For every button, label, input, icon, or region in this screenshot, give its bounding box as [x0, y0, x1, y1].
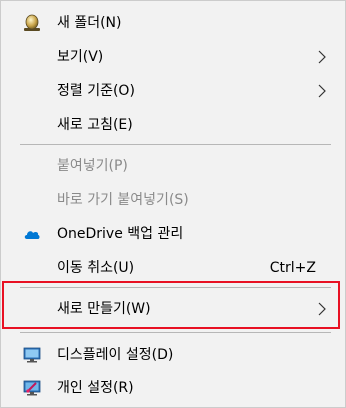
- menu-item-paste-shortcut: 바로 가기 붙여넣기(S): [1, 183, 345, 217]
- menu-item-label: 정렬 기준(O): [57, 83, 135, 99]
- menu-item-label: 붙여넣기(P): [57, 158, 128, 174]
- menu-item-label: 보기(V): [57, 49, 104, 65]
- chevron-right-icon: [317, 50, 327, 64]
- menu-item-undo-move[interactable]: 이동 취소(U) Ctrl+Z: [1, 251, 345, 285]
- menu-item-label: 개인 설정(R): [57, 380, 134, 396]
- menu-separator: [20, 144, 331, 145]
- highlight-box: [2, 281, 340, 329]
- menu-item-label: 새 폴더(N): [57, 15, 122, 31]
- menu-item-label: 이동 취소(U): [57, 260, 135, 276]
- monitor-icon: [23, 346, 41, 364]
- menu-item-sort-by[interactable]: 정렬 기준(O): [1, 74, 345, 108]
- menu-item-refresh[interactable]: 새로 고침(E): [1, 108, 345, 142]
- menu-item-onedrive-backup[interactable]: OneDrive 백업 관리: [1, 217, 345, 251]
- menu-item-label: 새로 고침(E): [57, 117, 133, 133]
- menu-item-label: 바로 가기 붙여넣기(S): [57, 192, 189, 208]
- menu-item-view[interactable]: 보기(V): [1, 40, 345, 74]
- menu-item-display-settings[interactable]: 디스플레이 설정(D): [1, 338, 345, 372]
- menu-item-shortcut: Ctrl+Z: [269, 260, 316, 276]
- onedrive-cloud-icon: [23, 225, 41, 243]
- menu-item-new-folder[interactable]: 새 폴더(N): [1, 6, 345, 40]
- menu-item-label: OneDrive 백업 관리: [57, 226, 184, 242]
- menu-item-personalize[interactable]: 개인 설정(R): [1, 371, 345, 405]
- menu-separator: [20, 332, 331, 333]
- personalize-icon: [23, 379, 41, 397]
- new-folder-icon: [23, 14, 41, 32]
- menu-item-paste: 붙여넣기(P): [1, 149, 345, 183]
- desktop-context-menu: 새 폴더(N) 보기(V) 정렬 기준(O) 새로 고침(E) 붙여넣기(P) …: [0, 0, 346, 408]
- menu-item-label: 디스플레이 설정(D): [57, 347, 174, 363]
- chevron-right-icon: [317, 84, 327, 98]
